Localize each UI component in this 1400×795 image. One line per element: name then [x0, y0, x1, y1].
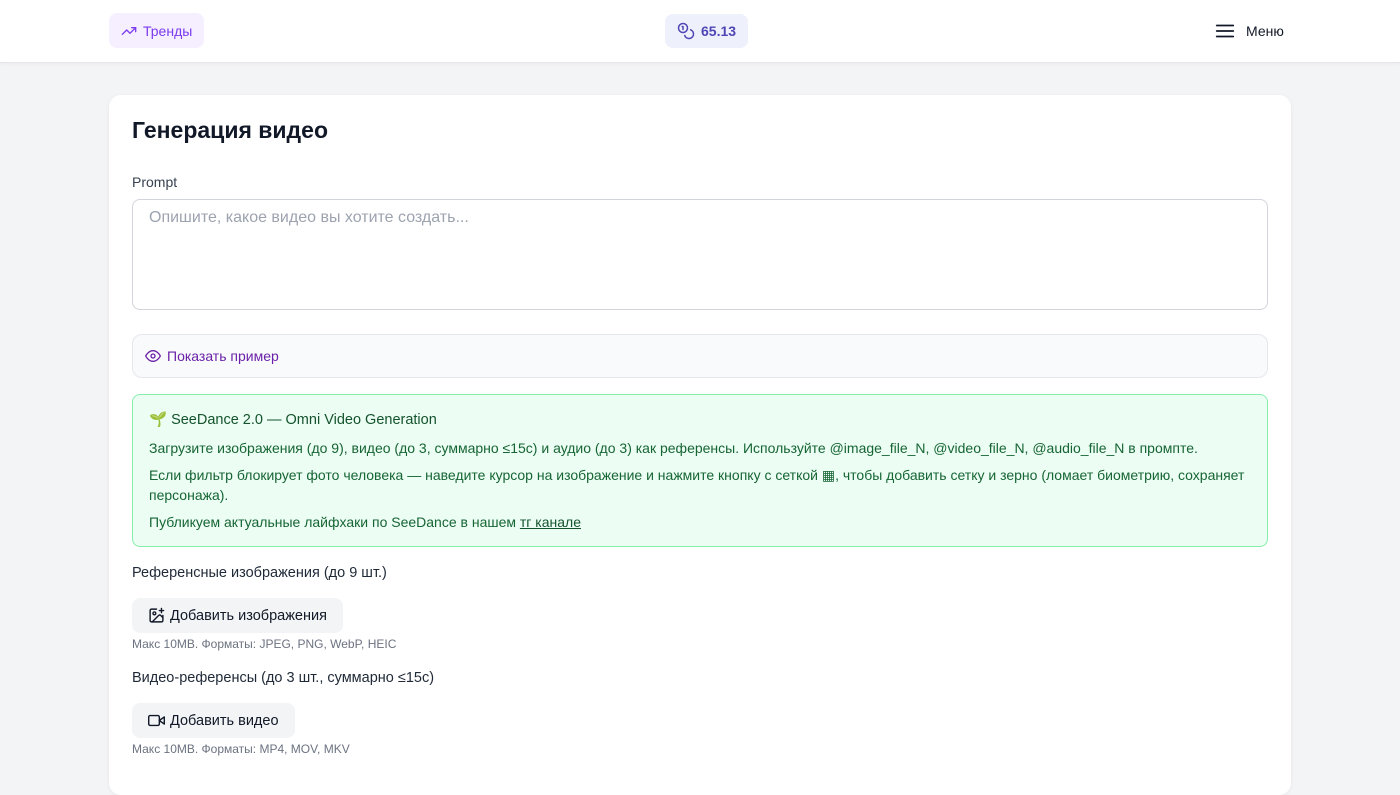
- show-example-label: Показать пример: [167, 348, 279, 364]
- trends-button[interactable]: Тренды: [109, 13, 205, 48]
- images-format-hint: Макс 10MB. Форматы: JPEG, PNG, WebP, HEI…: [132, 637, 397, 651]
- info-channel-text: Публикуем актуальные лайфхаки по SeeDanc…: [149, 514, 520, 530]
- info-line-references: Загрузите изображения (до 9), видео (до …: [149, 440, 1198, 456]
- balance-value: 65.13: [701, 23, 737, 39]
- prompt-input[interactable]: [132, 199, 1268, 310]
- hamburger-menu-icon: [1214, 20, 1236, 42]
- show-example-button[interactable]: Показать пример: [132, 334, 1268, 378]
- video-references-label: Видео-референсы (до 3 шт., суммарно ≤15с…: [132, 670, 435, 686]
- seedance-info-box: 🌱 SeeDance 2.0 — Omni Video Generation З…: [132, 394, 1268, 547]
- page-title: Генерация видео: [132, 117, 328, 143]
- add-images-button[interactable]: Добавить изображения: [132, 598, 343, 633]
- trending-up-icon: [121, 23, 137, 39]
- add-images-label: Добавить изображения: [170, 607, 327, 624]
- balance-button[interactable]: 65.13: [665, 14, 749, 48]
- info-title: 🌱 SeeDance 2.0 — Omni Video Generation: [149, 411, 437, 429]
- coins-icon: [677, 22, 695, 40]
- add-video-label: Добавить видео: [170, 712, 279, 729]
- prompt-label: Prompt: [132, 174, 178, 190]
- info-line-channel: Публикуем актуальные лайфхаки по SeeDanc…: [149, 512, 1249, 532]
- trends-label: Тренды: [143, 22, 193, 39]
- telegram-channel-link[interactable]: тг канале: [520, 514, 581, 530]
- seedling-icon: 🌱: [149, 412, 168, 428]
- menu-button[interactable]: Меню: [1214, 16, 1284, 46]
- video-generation-card: Генерация видео Prompt Показать пример 🌱…: [109, 95, 1291, 795]
- video-camera-icon: [148, 712, 165, 729]
- menu-label: Меню: [1246, 23, 1284, 39]
- top-navigation-bar: Тренды 65.13 Меню: [0, 0, 1400, 63]
- info-title-text: SeeDance 2.0 — Omni Video Generation: [171, 411, 437, 428]
- videos-format-hint: Макс 10MB. Форматы: MP4, MOV, MKV: [132, 742, 350, 756]
- eye-icon: [145, 348, 161, 364]
- image-plus-icon: [148, 607, 165, 624]
- info-line-filter-tip: Если фильтр блокирует фото человека — на…: [149, 467, 1245, 503]
- add-video-button[interactable]: Добавить видео: [132, 703, 295, 738]
- reference-images-label: Референсные изображения (до 9 шт.): [132, 565, 387, 581]
